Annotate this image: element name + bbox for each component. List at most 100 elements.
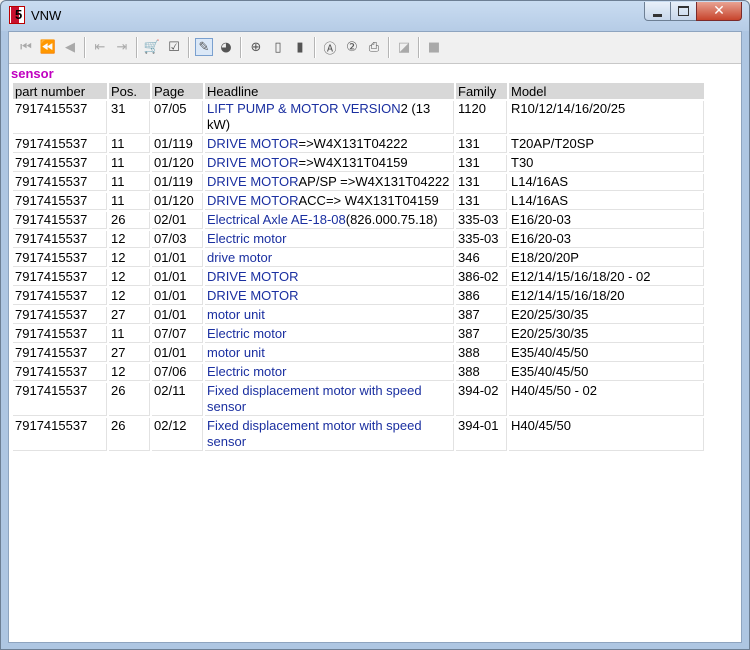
toolbar-separator — [136, 37, 138, 58]
cell-pos: 11 — [109, 193, 150, 210]
headline-link[interactable]: motor unit — [207, 345, 265, 360]
cell-headline[interactable]: DRIVE MOTOR — [205, 288, 454, 305]
table-row[interactable]: 7917415537 12 07/03 Electric motor 335-03 E16… — [13, 231, 704, 248]
table-row[interactable]: 7917415537 27 01/01 motor unit 388 E35/40/45/… — [13, 345, 704, 362]
table-row[interactable]: 7917415537 31 07/05 LIFT PUMP & MOTOR VERSI… — [13, 101, 704, 134]
previous-record-icon[interactable]: ◀ — [61, 38, 79, 56]
cell-headline[interactable]: Fixed displacement motor with speed sens… — [205, 418, 454, 451]
table-row[interactable]: 7917415537 12 01/01 drive motor 346 E18/20/20… — [13, 250, 704, 267]
col-part-number[interactable]: part number — [13, 83, 107, 99]
cell-headline[interactable]: Electric motor — [205, 231, 454, 248]
table-row[interactable]: 7917415537 27 01/01 motor unit 387 E20/25/30/… — [13, 307, 704, 324]
cart-icon[interactable]: 🛒 — [143, 38, 161, 56]
section-title: sensor — [11, 66, 54, 81]
cell-headline[interactable]: DRIVE MOTOR=>W4X131T04222 — [205, 136, 454, 153]
cell-family: 131 — [456, 136, 507, 153]
headline-suffix: (826.000.75.18) — [345, 212, 438, 227]
cell-model: E12/14/15/16/18/20 - 02 — [509, 269, 704, 286]
cell-pos: 12 — [109, 250, 150, 267]
cell-headline[interactable]: Electric motor — [205, 364, 454, 381]
table-row[interactable]: 7917415537 11 01/120 DRIVE MOTOR=>W4X131T04… — [13, 155, 704, 172]
cell-headline[interactable]: drive motor — [205, 250, 454, 267]
cell-model: E35/40/45/50 — [509, 345, 704, 362]
headline-link[interactable]: Electric motor — [207, 364, 286, 379]
cell-headline[interactable]: DRIVE MOTOR — [205, 269, 454, 286]
document-forward-icon[interactable]: ⇥ — [113, 38, 131, 56]
app-logo-icon[interactable]: 5 — [9, 6, 25, 24]
cell-part-number: 7917415537 — [13, 269, 107, 286]
col-page[interactable]: Page — [152, 83, 203, 99]
eraser-icon[interactable]: ◪ — [395, 38, 413, 56]
table-row[interactable]: 7917415537 26 02/01 Electrical Axle AE-18-0… — [13, 212, 704, 229]
close-icon: ✕ — [713, 3, 725, 19]
col-pos[interactable]: Pos. — [109, 83, 150, 99]
table-row[interactable]: 7917415537 11 07/07 Electric motor 387 E20/25… — [13, 326, 704, 343]
cell-headline[interactable]: motor unit — [205, 345, 454, 362]
print-icon[interactable]: ⎙ — [365, 38, 383, 56]
cell-headline[interactable]: Electrical Axle AE-18-08(826.000.75.18) — [205, 212, 454, 229]
toolbar-separator — [84, 37, 86, 58]
stop-icon[interactable]: ■ — [425, 38, 443, 56]
col-headline[interactable]: Headline — [205, 83, 454, 99]
previous-page-icon[interactable]: ⏪ — [39, 38, 57, 56]
window-title: VNW — [31, 8, 62, 23]
page-alt-icon[interactable]: ▮ — [291, 38, 309, 56]
globe-icon[interactable]: ◕ — [217, 38, 235, 56]
table-row[interactable]: 7917415537 11 01/120 DRIVE MOTORACC=> W4X13… — [13, 193, 704, 210]
headline-link[interactable]: Electrical Axle AE-18-08 — [207, 212, 346, 227]
headline-suffix: ACC=> W4X131T04159 — [298, 193, 439, 208]
headline-link[interactable]: Fixed displacement motor with speed sens… — [207, 383, 422, 414]
table-row[interactable]: 7917415537 12 01/01 DRIVE MOTOR 386 E12/14/15… — [13, 288, 704, 305]
cell-page: 07/03 — [152, 231, 203, 248]
headline-link[interactable]: DRIVE MOTOR — [207, 174, 299, 189]
headline-link[interactable]: Electric motor — [207, 231, 286, 246]
two-circle-icon[interactable]: ② — [343, 38, 361, 56]
first-record-icon[interactable]: ⏮ — [17, 38, 35, 56]
cell-page: 07/07 — [152, 326, 203, 343]
cell-part-number: 7917415537 — [13, 155, 107, 172]
cell-page: 02/12 — [152, 418, 203, 451]
cell-headline[interactable]: DRIVE MOTORAP/SP =>W4X131T04222 — [205, 174, 454, 191]
table-row[interactable]: 7917415537 11 01/119 DRIVE MOTORAP/SP =>W4X… — [13, 174, 704, 191]
headline-link[interactable]: DRIVE MOTOR — [207, 136, 299, 151]
headline-link[interactable]: DRIVE MOTOR — [207, 155, 299, 170]
cell-headline[interactable]: DRIVE MOTORACC=> W4X131T04159 — [205, 193, 454, 210]
pencil-icon[interactable]: ✎ — [195, 38, 213, 56]
cell-headline[interactable]: Electric motor — [205, 326, 454, 343]
headline-link[interactable]: Electric motor — [207, 326, 286, 341]
headline-link[interactable]: motor unit — [207, 307, 265, 322]
close-button[interactable]: ✕ — [696, 2, 742, 21]
toolbar: ⏮ ⏪ ◀ ⇤ ⇥ 🛒 ☑ ✎ ◕ ⊕ ▯ ▮ Ⓐ ② ⎙ ◪ ■ — [9, 32, 741, 64]
cell-headline[interactable]: motor unit — [205, 307, 454, 324]
headline-link[interactable]: DRIVE MOTOR — [207, 288, 299, 303]
headline-link[interactable]: drive motor — [207, 250, 272, 265]
maximize-button[interactable] — [670, 2, 697, 21]
cell-headline[interactable]: LIFT PUMP & MOTOR VERSION2 (13 kW) — [205, 101, 454, 134]
headline-link[interactable]: DRIVE MOTOR — [207, 269, 299, 284]
cell-page: 01/01 — [152, 288, 203, 305]
table-row[interactable]: 7917415537 26 02/11 Fixed displacement moto… — [13, 383, 704, 416]
a-circle-icon[interactable]: Ⓐ — [321, 38, 339, 57]
cell-headline[interactable]: Fixed displacement motor with speed sens… — [205, 383, 454, 416]
table-row[interactable]: 7917415537 11 01/119 DRIVE MOTOR=>W4X131T04… — [13, 136, 704, 153]
headline-link[interactable]: LIFT PUMP & MOTOR VERSION — [207, 101, 401, 116]
cell-pos: 12 — [109, 269, 150, 286]
cell-family: 394-02 — [456, 383, 507, 416]
col-family[interactable]: Family — [456, 83, 507, 99]
cell-family: 131 — [456, 155, 507, 172]
headline-link[interactable]: Fixed displacement motor with speed sens… — [207, 418, 422, 449]
checklist-icon[interactable]: ☑ — [165, 38, 183, 56]
zoom-icon[interactable]: ⊕ — [247, 38, 265, 56]
document-back-icon[interactable]: ⇤ — [91, 38, 109, 56]
page-icon[interactable]: ▯ — [269, 38, 287, 56]
cell-headline[interactable]: DRIVE MOTOR=>W4X131T04159 — [205, 155, 454, 172]
col-model[interactable]: Model — [509, 83, 704, 99]
cell-pos: 31 — [109, 101, 150, 134]
table-row[interactable]: 7917415537 12 07/06 Electric motor 388 E35/40… — [13, 364, 704, 381]
headline-link[interactable]: DRIVE MOTOR — [207, 193, 299, 208]
minimize-button[interactable] — [644, 2, 671, 21]
table-row[interactable]: 7917415537 26 02/12 Fixed displacement moto… — [13, 418, 704, 451]
table-row[interactable]: 7917415537 12 01/01 DRIVE MOTOR 386-02 E12/14… — [13, 269, 704, 286]
cell-model: E12/14/15/16/18/20 — [509, 288, 704, 305]
cell-page: 07/06 — [152, 364, 203, 381]
